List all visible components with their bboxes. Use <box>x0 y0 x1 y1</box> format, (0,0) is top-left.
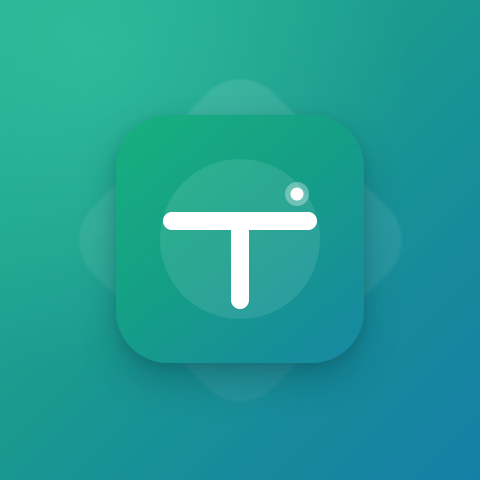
app-icon-canvas <box>0 0 480 480</box>
dot-icon <box>290 187 304 201</box>
letter-t-icon <box>163 182 317 309</box>
